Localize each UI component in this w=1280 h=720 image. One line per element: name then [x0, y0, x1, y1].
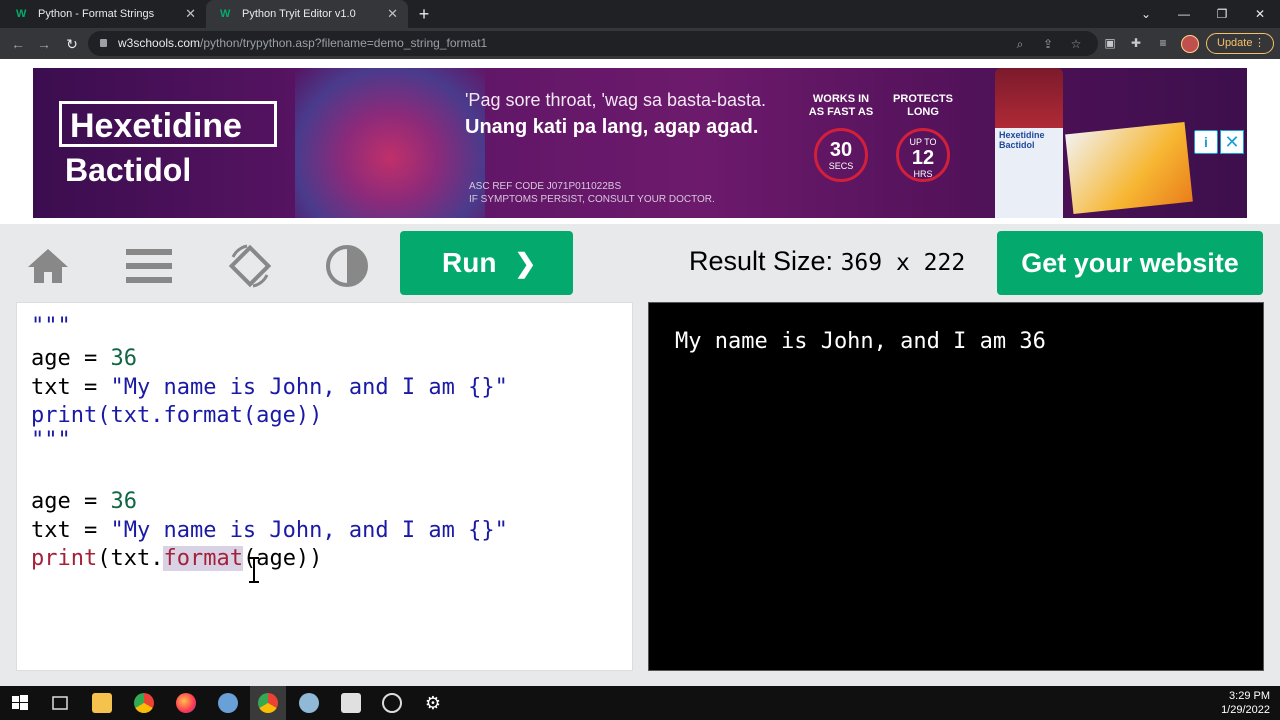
calculator-icon[interactable]: [341, 693, 361, 713]
theme-contrast-icon[interactable]: [324, 243, 370, 289]
paint-icon[interactable]: [299, 693, 319, 713]
restore-icon[interactable]: ❐: [1212, 4, 1232, 24]
w3schools-favicon-icon: W: [220, 8, 231, 20]
reload-icon[interactable]: ↻: [62, 34, 82, 54]
code-editor[interactable]: """ age = 36 txt = "My name is John, and…: [16, 302, 633, 671]
selected-text: format: [163, 546, 243, 571]
rotate-orientation-icon[interactable]: [227, 243, 273, 289]
browser-toolbar: ← → ↻ w3schools.com/python/trypython.asp…: [0, 28, 1280, 59]
url-text: w3schools.com/python/trypython.asp?filen…: [118, 36, 488, 50]
ad-stat-label: PROTECTS LONG: [893, 93, 953, 118]
ad-info-icon[interactable]: i: [1194, 130, 1218, 154]
bookmark-star-icon[interactable]: ☆: [1068, 36, 1084, 52]
tab-title: Python Tryit Editor v1.0: [242, 8, 356, 20]
code-line: print(txt.format(age)): [31, 546, 323, 571]
ad-product-bottle: Hexetidine Bactidol: [995, 68, 1063, 218]
ad-brand-subname: Bactidol: [65, 152, 192, 188]
firefox-icon[interactable]: [176, 693, 196, 713]
ad-stat-badge: 30 SECS: [814, 128, 868, 182]
code-line: print(txt.format(age)): [31, 403, 323, 428]
ad-area: Hexetidine Bactidol 'Pag sore throat, 'w…: [0, 59, 1280, 224]
more-icon: ⋮: [1254, 37, 1265, 49]
extension-icon[interactable]: ▣: [1102, 35, 1118, 51]
forward-icon[interactable]: →: [34, 34, 54, 54]
puzzle-icon[interactable]: ✚: [1128, 35, 1144, 51]
taskbar: ⚙ 3:29 PM 1/29/2022: [0, 686, 1280, 720]
window-close-icon[interactable]: ✕: [1250, 4, 1270, 24]
ad-close-icon[interactable]: ✕: [1220, 130, 1244, 154]
close-icon[interactable]: ✕: [387, 7, 398, 21]
tab-format-strings[interactable]: W Python - Format Strings ✕: [2, 0, 206, 28]
chrome-icon[interactable]: [258, 693, 278, 713]
zoom-icon[interactable]: ⌕: [1012, 36, 1028, 52]
lock-icon: [100, 39, 107, 47]
code-line: txt = "My name is John, and I am {}": [31, 375, 508, 400]
ad-disclaimer: IF SYMPTOMS PERSIST, CONSULT YOUR DOCTOR…: [469, 194, 715, 205]
tryit-navbar: Run ❯ Result Size: 369 x 222 Get your web…: [0, 224, 1280, 300]
ad-subheadline: Unang kati pa lang, agap agad.: [465, 116, 759, 138]
share-icon[interactable]: ⇪: [1040, 36, 1056, 52]
result-panel: My name is John, and I am 36: [648, 302, 1264, 671]
tab-title: Python - Format Strings: [38, 8, 155, 20]
tab-bar: W Python - Format Strings ✕ W Python Try…: [0, 0, 1280, 28]
page: Hexetidine Bactidol 'Pag sore throat, 'w…: [0, 59, 1280, 686]
code-line: """: [31, 428, 71, 453]
system-clock[interactable]: 3:29 PM 1/29/2022: [1221, 689, 1270, 717]
ad-brand-name: Hexetidine: [70, 107, 242, 145]
close-icon[interactable]: ✕: [185, 7, 196, 21]
code-line: age = 36: [31, 346, 137, 371]
ad-illustration: [295, 68, 485, 218]
clock-date: 1/29/2022: [1221, 704, 1270, 716]
windows-start-icon[interactable]: [10, 693, 30, 713]
chrome-icon[interactable]: [134, 693, 154, 713]
ad-brand-box: Hexetidine: [59, 101, 277, 147]
chevron-right-icon: ❯: [514, 248, 537, 278]
result-size: Result Size: 369 x 222: [689, 246, 966, 276]
result-output: My name is John, and I am 36: [675, 329, 1046, 354]
clock-time: 3:29 PM: [1229, 690, 1270, 702]
get-website-button[interactable]: Get your website: [997, 231, 1263, 295]
ad-headline: 'Pag sore throat, 'wag sa basta-basta.: [465, 90, 767, 110]
code-line: age = 36: [31, 489, 137, 514]
reading-list-icon[interactable]: ≡: [1155, 35, 1171, 51]
w3schools-favicon-icon: W: [16, 8, 27, 20]
run-button[interactable]: Run ❯: [400, 231, 573, 295]
ad-stat-badge: UP TO 12 HRS: [896, 128, 950, 182]
app-icon[interactable]: [218, 693, 238, 713]
update-button[interactable]: Update ⋮: [1206, 33, 1274, 54]
new-tab-icon[interactable]: +: [414, 4, 434, 24]
code-line: """: [31, 314, 71, 339]
menu-icon[interactable]: [126, 243, 172, 289]
profile-avatar[interactable]: [1181, 35, 1199, 53]
ad-product-box: [1065, 121, 1193, 215]
back-icon[interactable]: ←: [8, 34, 28, 54]
file-explorer-icon[interactable]: [92, 693, 112, 713]
ad-stat-label: WORKS IN AS FAST AS: [808, 93, 874, 118]
text-cursor-icon: [249, 557, 259, 583]
address-bar[interactable]: w3schools.com/python/trypython.asp?filen…: [88, 31, 1098, 56]
minimize-icon[interactable]: —: [1174, 4, 1194, 24]
tab-search-icon[interactable]: ⌄: [1136, 4, 1156, 24]
home-icon[interactable]: [25, 243, 71, 289]
task-view-icon[interactable]: [50, 693, 70, 713]
obs-icon[interactable]: [382, 693, 402, 713]
ad-ref-code: ASC REF CODE J071P011022BS: [469, 181, 622, 192]
ad-banner[interactable]: Hexetidine Bactidol 'Pag sore throat, 'w…: [33, 68, 1247, 218]
tab-tryit-editor[interactable]: W Python Tryit Editor v1.0 ✕: [206, 0, 408, 28]
settings-gear-icon[interactable]: ⚙: [423, 693, 443, 713]
code-line: txt = "My name is John, and I am {}": [31, 518, 508, 543]
